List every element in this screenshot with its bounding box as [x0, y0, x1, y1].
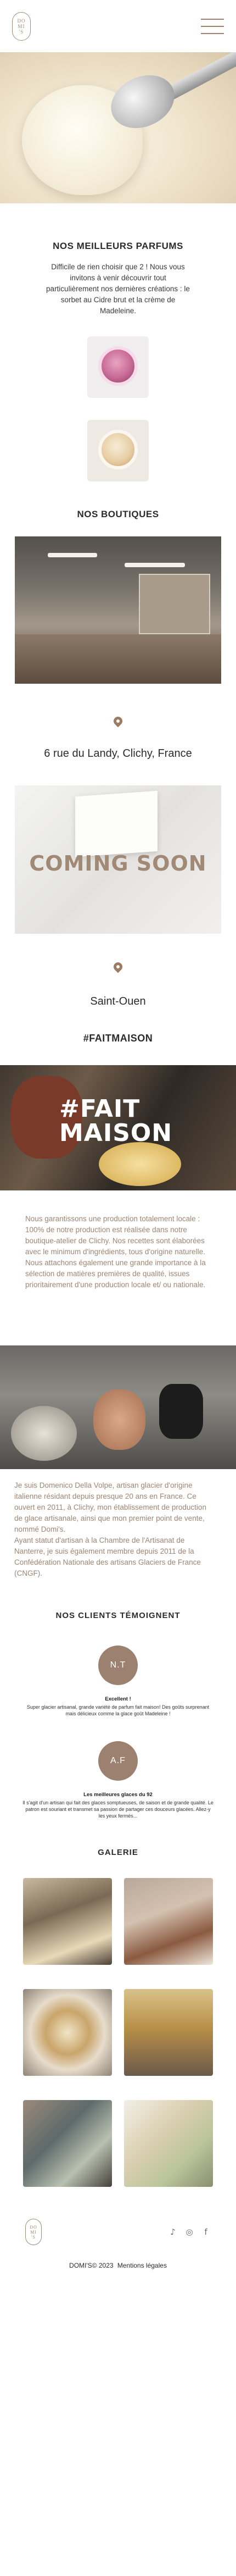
review-card: A.F Les meilleures glaces du 92 Il s'agi…	[0, 1741, 236, 1819]
site-header: DO MI 'S	[0, 0, 236, 52]
flavours-title: NOS MEILLEURS PARFUMS	[53, 241, 183, 251]
footer-bar: DO MI 'S ♪ ◎ f	[0, 2219, 236, 2245]
hamburger-menu-icon[interactable]	[201, 18, 224, 34]
gallery-photo-1[interactable]	[23, 1878, 112, 1965]
flavour-cup	[98, 430, 138, 469]
shop-shelf	[139, 574, 210, 634]
chef-photo	[0, 1345, 236, 1469]
ceiling-light	[125, 563, 185, 567]
review-text: Super glacier artisanal, grande variété …	[26, 1704, 210, 1716]
shop-city[interactable]: Saint-Ouen	[0, 995, 236, 1008]
gallery-grid	[0, 1878, 236, 2187]
logo-line-1: DO	[17, 18, 26, 24]
shop-address[interactable]: 6 rue du Landy, Clichy, France	[0, 747, 236, 760]
gallery-title: GALERIE	[98, 1848, 138, 1857]
shop-sign	[75, 790, 158, 857]
overlay-line-2: MAISON	[59, 1119, 173, 1147]
page: DO MI 'S NOS MEILLEURS PARFUMS Difficile…	[0, 0, 236, 2576]
legal-notice-link[interactable]: Mentions légales	[117, 2262, 167, 2269]
social-links: ♪ ◎ f	[168, 2227, 211, 2237]
chef-text: Je suis Domenico Della Volpe, artisan gl…	[0, 1480, 236, 1579]
gallery-photo-2[interactable]	[124, 1878, 213, 1965]
hamburger-line	[201, 18, 224, 20]
shop-counter	[15, 634, 221, 684]
mixing-bowl	[11, 1406, 77, 1461]
hero-image	[0, 52, 236, 203]
chef-paragraph-1: Je suis Domenico Della Volpe, artisan gl…	[14, 1481, 206, 1533]
hamburger-line	[201, 25, 224, 27]
logo-line-2: MI	[30, 2229, 37, 2235]
flavour-photo-cidre	[87, 336, 149, 398]
fait-maison-text: Nous garantissons une production totalem…	[0, 1214, 236, 1290]
avatar: N.T	[98, 1646, 138, 1685]
site-logo[interactable]: DO MI 'S	[12, 12, 31, 41]
tiktok-icon[interactable]: ♪	[168, 2227, 178, 2237]
logo-line-3: 'S	[19, 29, 24, 35]
fait-maison-paragraph: Nous garantissons une production totalem…	[25, 1215, 206, 1289]
reviews-title: NOS CLIENTS TÉMOIGNENT	[55, 1611, 181, 1620]
location-pin-icon	[112, 962, 124, 979]
reviews-section: NOS CLIENTS TÉMOIGNENT N.T Excellent ! S…	[0, 1611, 236, 1819]
copyright-text: DOMI'S© 2023	[69, 2262, 114, 2269]
chef-paragraph-2: Ayant statut d'artisan à la Chambre de l…	[14, 1536, 201, 1577]
copyright-line: DOMI'S© 2023 Mentions légales	[0, 2262, 236, 2269]
coming-soon-photo: COMING SOON	[15, 785, 221, 934]
review-title: Les meilleures glaces du 92	[83, 1792, 153, 1798]
gallery-photo-4[interactable]	[124, 1989, 213, 2076]
site-footer: DO MI 'S ♪ ◎ f DOMI'S© 2023 Mentions lég…	[0, 2219, 236, 2269]
review-text: Il s'agit d'un artisan qui fait des glac…	[23, 1800, 213, 1819]
fait-maison-section: #FAITMAISON #FAIT MAISON Nous garantisso…	[0, 1033, 236, 1290]
footer-logo[interactable]: DO MI 'S	[25, 2219, 42, 2245]
logo-line-3: 'S	[31, 2234, 36, 2240]
review-content: Les meilleures glaces du 92 Il s'agit d'…	[0, 1792, 236, 1819]
coming-soon-label: COMING SOON	[29, 851, 207, 876]
chef-glove	[159, 1384, 203, 1439]
gallery-section: GALERIE	[0, 1848, 236, 2187]
avatar: A.F	[98, 1741, 138, 1781]
flavours-section: NOS MEILLEURS PARFUMS Difficile de rien …	[0, 203, 236, 481]
hamburger-line	[201, 32, 224, 34]
ice-cream-cake	[99, 1142, 181, 1186]
fait-maison-photo: #FAIT MAISON	[0, 1065, 236, 1190]
flavours-text: Difficile de rien choisir que 2 ! Nous v…	[46, 263, 190, 315]
gallery-photo-5[interactable]	[23, 2100, 112, 2187]
logo-line-2: MI	[18, 23, 25, 29]
boutiques-section: NOS BOUTIQUES 6 rue du Landy, Clichy, Fr…	[0, 481, 236, 1008]
chef-face	[93, 1389, 145, 1450]
review-content: Excellent ! Super glacier artisanal, gra…	[0, 1696, 236, 1717]
location-pin-icon	[112, 717, 124, 733]
gallery-photo-3[interactable]	[23, 1989, 112, 2076]
logo-line-1: DO	[30, 2224, 37, 2230]
flavour-photo-madeleine	[87, 420, 149, 481]
review-card: N.T Excellent ! Super glacier artisanal,…	[0, 1646, 236, 1717]
fait-maison-overlay: #FAIT MAISON	[59, 1097, 172, 1145]
instagram-icon[interactable]: ◎	[184, 2227, 194, 2237]
overlay-line-1: #FAIT	[59, 1095, 141, 1123]
flavour-cup	[98, 346, 138, 386]
chef-section: Je suis Domenico Della Volpe, artisan gl…	[0, 1345, 236, 1579]
shop-photo-clichy	[15, 536, 221, 684]
fait-maison-hashtag: #FAITMAISON	[83, 1033, 153, 1044]
review-title: Excellent !	[105, 1696, 131, 1702]
ceiling-light	[48, 553, 97, 557]
facebook-icon[interactable]: f	[201, 2227, 211, 2237]
gallery-photo-6[interactable]	[124, 2100, 213, 2187]
boutiques-title: NOS BOUTIQUES	[77, 509, 159, 519]
